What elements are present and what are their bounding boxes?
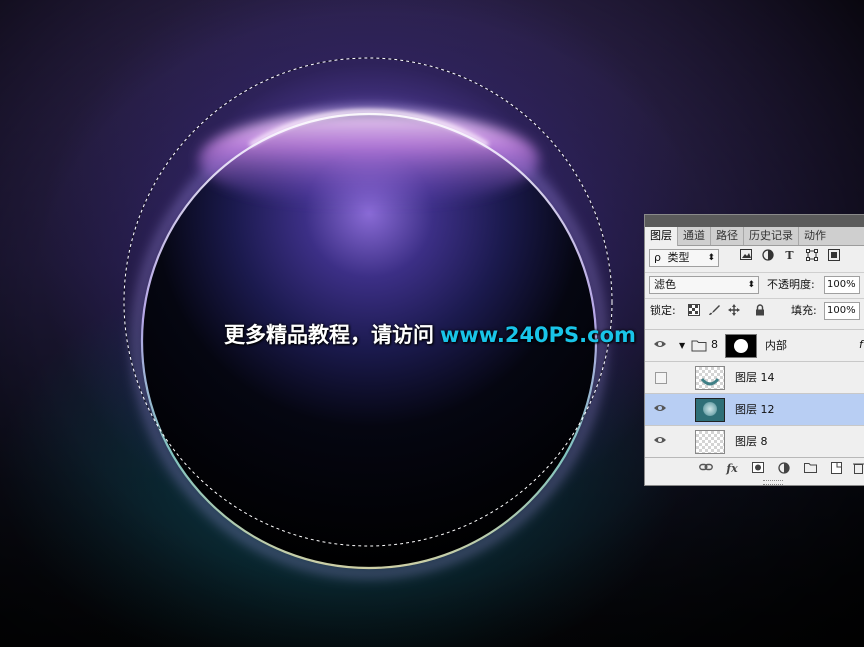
layer-name[interactable]: 图层 14 bbox=[735, 370, 775, 386]
layer-thumbnail[interactable] bbox=[695, 366, 725, 390]
link-layers-icon[interactable] bbox=[699, 462, 713, 476]
layer-thumbnail[interactable] bbox=[695, 430, 725, 454]
tab-history[interactable]: 历史记录 bbox=[744, 227, 799, 245]
panel-tabs: 图层 通道 路径 历史记录 动作 bbox=[645, 227, 864, 246]
new-group-icon[interactable] bbox=[803, 462, 817, 476]
sphere-top-highlight bbox=[199, 112, 539, 208]
disclosure-triangle-icon[interactable]: ▼ bbox=[679, 341, 685, 350]
layer-row-8[interactable]: 图层 8 bbox=[645, 425, 864, 457]
eye-icon[interactable] bbox=[653, 339, 667, 351]
layer-name[interactable]: 图层 8 bbox=[735, 434, 768, 450]
layer-name[interactable]: 图层 12 bbox=[735, 402, 775, 418]
group-mask-thumbnail[interactable] bbox=[725, 334, 757, 358]
layer-row-14[interactable]: 图层 14 bbox=[645, 361, 864, 393]
lock-label: 锁定: bbox=[650, 304, 676, 317]
watermark-text: 更多精品教程，请访问 bbox=[224, 323, 434, 347]
tab-actions[interactable]: 动作 bbox=[799, 227, 831, 245]
add-mask-icon[interactable] bbox=[751, 462, 765, 476]
fill-input[interactable]: 100% bbox=[824, 302, 860, 320]
fx-icon[interactable]: fx bbox=[725, 462, 739, 476]
site-watermark: 更多精品教程，请访问 www.240PS.com bbox=[224, 319, 636, 347]
lock-row: 锁定: 填充: 100% bbox=[645, 298, 864, 323]
adjustment-filter-icon[interactable] bbox=[761, 249, 774, 262]
layer-row-group-internal[interactable]: ▼ 8 内部 f bbox=[645, 329, 864, 361]
blend-mode-select[interactable]: 滤色 ⬍ bbox=[649, 276, 759, 294]
tab-paths[interactable]: 路径 bbox=[711, 227, 744, 245]
text-filter-icon[interactable]: T bbox=[783, 249, 796, 262]
layer-row-12[interactable]: 图层 12 bbox=[645, 393, 864, 425]
search-icon: ρ bbox=[654, 251, 661, 264]
filter-kind-select[interactable]: ρ 类型 ⬍ bbox=[649, 249, 719, 267]
fill-label: 填充: bbox=[791, 304, 817, 317]
blend-mode-value: 滤色 bbox=[654, 278, 676, 291]
chevron-updown-icon: ⬍ bbox=[747, 280, 755, 290]
mask-link-icon[interactable]: 8 bbox=[711, 338, 718, 351]
opacity-input[interactable]: 100% bbox=[824, 276, 860, 294]
folder-icon bbox=[691, 338, 707, 355]
smart-object-filter-icon[interactable] bbox=[827, 249, 840, 262]
panel-title-bar[interactable] bbox=[645, 215, 864, 227]
tab-channels[interactable]: 通道 bbox=[678, 227, 711, 245]
panel-resize-grip[interactable] bbox=[763, 480, 783, 485]
eye-icon[interactable] bbox=[653, 403, 667, 415]
layers-panel: 图层 通道 路径 历史记录 动作 ρ 类型 ⬍ T 滤色 ⬍ 不透明度: 100… bbox=[644, 214, 864, 486]
opacity-label: 不透明度: bbox=[767, 278, 815, 291]
blend-row: 滤色 ⬍ 不透明度: 100% bbox=[645, 272, 864, 297]
chevron-updown-icon: ⬍ bbox=[707, 253, 715, 263]
delete-layer-icon[interactable] bbox=[851, 462, 864, 476]
visibility-toggle-off[interactable] bbox=[655, 372, 667, 384]
layer-name[interactable]: 内部 bbox=[765, 338, 787, 354]
adjustment-layer-icon[interactable] bbox=[777, 462, 791, 476]
eye-icon[interactable] bbox=[653, 435, 667, 447]
filter-kind-label: 类型 bbox=[667, 251, 690, 264]
tab-layers[interactable]: 图层 bbox=[645, 227, 678, 246]
layers-panel-footer: fx bbox=[645, 457, 864, 480]
watermark-url: www.240PS.com bbox=[440, 323, 636, 347]
shape-filter-icon[interactable] bbox=[805, 249, 818, 262]
lock-position-icon[interactable] bbox=[727, 304, 741, 318]
lock-all-icon[interactable] bbox=[753, 304, 767, 318]
fx-indicator-icon: f bbox=[859, 338, 863, 351]
new-layer-icon[interactable] bbox=[829, 462, 843, 476]
layer-thumbnail[interactable] bbox=[695, 398, 725, 422]
lock-image-pixels-icon[interactable] bbox=[707, 304, 721, 318]
image-filter-icon[interactable] bbox=[739, 249, 752, 262]
lock-transparent-pixels-icon[interactable] bbox=[687, 304, 701, 318]
